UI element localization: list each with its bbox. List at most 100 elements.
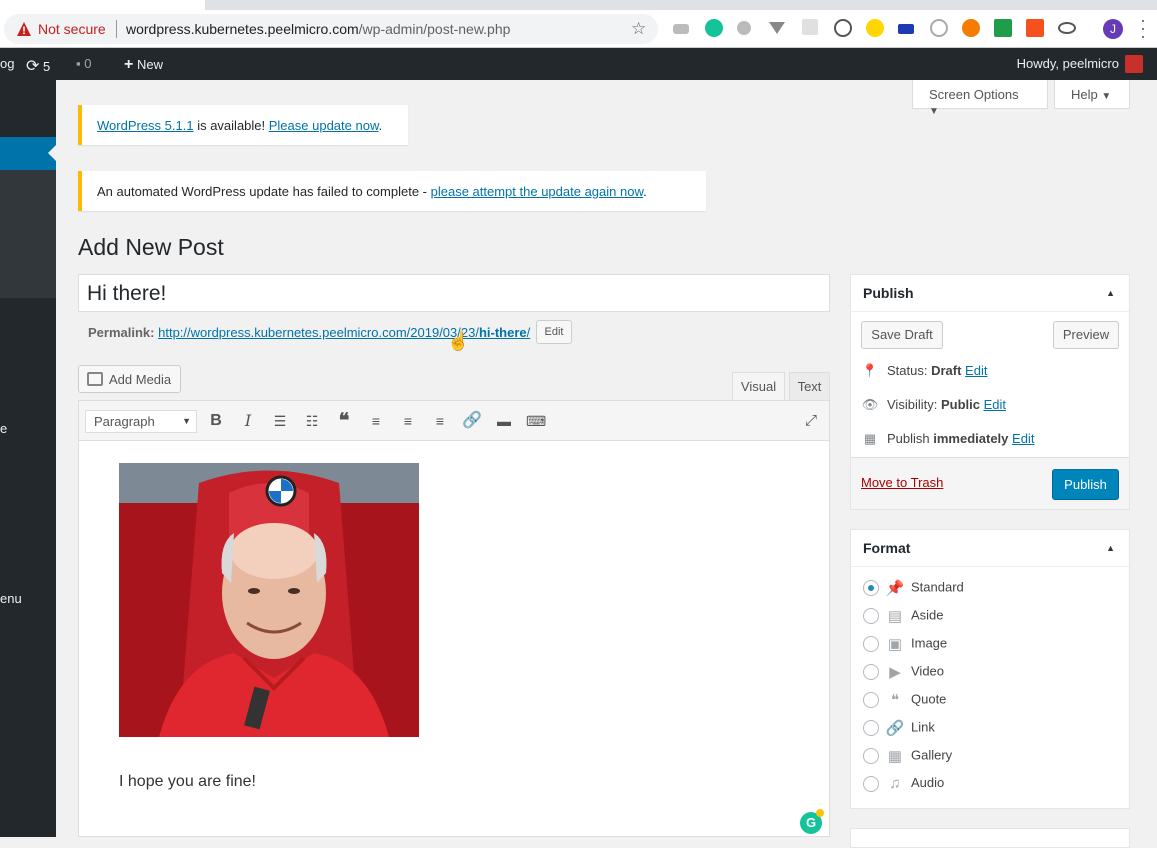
fullscreen-icon[interactable]: ⤢ (801, 411, 821, 431)
extension-icon[interactable] (1026, 19, 1044, 37)
extension-icon[interactable] (962, 19, 980, 37)
site-name-link[interactable]: og (0, 56, 14, 71)
notice-text: . (643, 184, 647, 199)
vue-devtools-icon[interactable] (769, 22, 785, 34)
status-edit-link[interactable]: Edit (965, 363, 987, 378)
read-more-icon[interactable]: ▬ (494, 411, 514, 431)
updates-link[interactable]: ⟳ 5 (26, 56, 50, 76)
radio-button[interactable] (863, 692, 879, 708)
align-left-icon[interactable]: ≡ (366, 411, 386, 431)
new-content-link[interactable]: + New (124, 56, 163, 74)
align-center-icon[interactable]: ≡ (398, 411, 418, 431)
video-icon: ▶ (889, 664, 901, 681)
format-label: Gallery (911, 747, 953, 763)
help-button[interactable]: Help ▼ (1054, 80, 1130, 109)
howdy-user[interactable]: Howdy, peelmicro (1017, 56, 1119, 71)
publish-button[interactable]: Publish (1052, 469, 1119, 500)
address-bar[interactable]: Not secure wordpress.kubernetes.peelmicr… (4, 14, 658, 44)
format-option-quote[interactable]: ❝ Quote (863, 691, 946, 709)
align-right-icon[interactable]: ≡ (430, 411, 450, 431)
format-box-header[interactable]: Format ▲ (851, 530, 1129, 567)
user-avatar[interactable] (1125, 55, 1143, 73)
attempt-update-link[interactable]: please attempt the update again now (431, 184, 644, 199)
extension-icon[interactable] (898, 24, 914, 34)
extension-icon[interactable] (673, 24, 689, 34)
tab-visual[interactable]: Visual (732, 372, 785, 400)
browser-chrome: Not secure wordpress.kubernetes.peelmicr… (0, 0, 1157, 48)
bold-icon[interactable]: B (206, 411, 226, 431)
format-option-audio[interactable]: ♫ Audio (863, 775, 944, 792)
url-host: wordpress.kubernetes.peelmicro.com (126, 21, 359, 37)
italic-icon[interactable]: I (238, 411, 258, 431)
sidebar-item-label[interactable]: enu (0, 591, 22, 606)
post-title-input[interactable]: Hi there! (78, 274, 830, 312)
active-tab[interactable] (0, 0, 205, 10)
block-format-select[interactable]: Paragraph ▼ (85, 410, 197, 433)
format-option-video[interactable]: ▶ Video (863, 663, 944, 681)
tab-text[interactable]: Text (789, 372, 830, 400)
collapse-arrow-icon[interactable]: ▲ (1106, 543, 1115, 553)
sidebar-item-label[interactable]: e (0, 421, 7, 436)
radio-button[interactable] (863, 580, 879, 596)
add-media-label: Add Media (109, 372, 172, 387)
format-option-link[interactable]: 🔗 Link (863, 719, 935, 737)
numbered-list-icon[interactable]: ☷ (302, 411, 322, 431)
comment-icon: ▪ (76, 56, 81, 71)
visibility-edit-link[interactable]: Edit (984, 397, 1006, 412)
extension-icon[interactable] (802, 19, 818, 35)
extension-icon[interactable] (930, 19, 948, 37)
eye-icon: 👁 (861, 397, 879, 412)
extension-icon[interactable] (834, 19, 852, 37)
move-to-trash-link[interactable]: Move to Trash (861, 475, 943, 490)
wordpress-version-link[interactable]: WordPress 5.1.1 (97, 118, 194, 133)
notification-dot (816, 809, 824, 817)
extension-icon[interactable] (994, 19, 1012, 37)
format-option-aside[interactable]: ▤ Aside (863, 607, 944, 625)
grammarly-extension-icon[interactable] (705, 19, 723, 37)
radio-button[interactable] (863, 664, 879, 680)
toolbar-toggle-icon[interactable]: ⌨ (526, 411, 546, 431)
sidebar-submenu (0, 170, 56, 298)
url-text[interactable]: wordpress.kubernetes.peelmicro.com/wp-ad… (126, 21, 510, 37)
radio-button[interactable] (863, 720, 879, 736)
radio-button[interactable] (863, 775, 879, 792)
comments-link[interactable]: ▪ 0 (76, 56, 91, 71)
caret-down-icon: ▼ (929, 106, 939, 117)
link-icon[interactable]: 🔗 (462, 411, 482, 431)
bulleted-list-icon[interactable]: ☰ (270, 411, 290, 431)
extension-icon[interactable] (1058, 22, 1076, 34)
new-label: New (136, 57, 163, 72)
add-media-button[interactable]: Add Media (78, 365, 181, 393)
permalink-edit-button[interactable]: Edit (536, 320, 572, 344)
editor-content[interactable]: I hope you are fine! G (79, 442, 829, 837)
extension-icon[interactable] (737, 21, 751, 35)
updates-count: 5 (43, 59, 51, 74)
profile-avatar[interactable]: J (1103, 19, 1123, 39)
radio-button[interactable] (863, 608, 879, 624)
grammarly-icon[interactable]: G (800, 809, 824, 834)
schedule-edit-link[interactable]: Edit (1012, 431, 1034, 446)
preview-button[interactable]: Preview (1053, 321, 1119, 349)
sidebar-item-posts[interactable] (0, 137, 56, 170)
format-option-gallery[interactable]: ▦ Gallery (863, 747, 952, 765)
update-now-link[interactable]: Please update now (269, 118, 379, 133)
blockquote-icon[interactable]: ❝ (334, 411, 354, 431)
format-option-standard[interactable]: 📌 Standard (863, 579, 964, 597)
collapse-arrow-icon[interactable]: ▲ (1106, 288, 1115, 298)
post-body-text[interactable]: I hope you are fine! (119, 773, 256, 791)
extension-icon[interactable] (866, 19, 884, 37)
permalink-url[interactable]: http://wordpress.kubernetes.peelmicro.co… (158, 325, 530, 340)
bookmark-star-icon[interactable]: ☆ (631, 19, 646, 39)
post-image[interactable] (119, 463, 419, 737)
radio-button[interactable] (863, 748, 879, 764)
browser-menu-icon[interactable]: · · · (1140, 11, 1146, 45)
security-label[interactable]: Not secure (38, 21, 106, 37)
format-box-title: Format (863, 540, 911, 556)
format-option-image[interactable]: ▣ Image (863, 635, 947, 653)
screen-options-button[interactable]: Screen Options ▼ (912, 80, 1048, 117)
publish-box-header[interactable]: Publish ▲ (851, 275, 1129, 312)
radio-button[interactable] (863, 636, 879, 652)
link-icon: 🔗 (885, 720, 905, 737)
save-draft-button[interactable]: Save Draft (861, 321, 943, 349)
wp-admin-bar: og ⟳ 5 ▪ 0 + New Howdy, peelmicro (0, 48, 1157, 80)
